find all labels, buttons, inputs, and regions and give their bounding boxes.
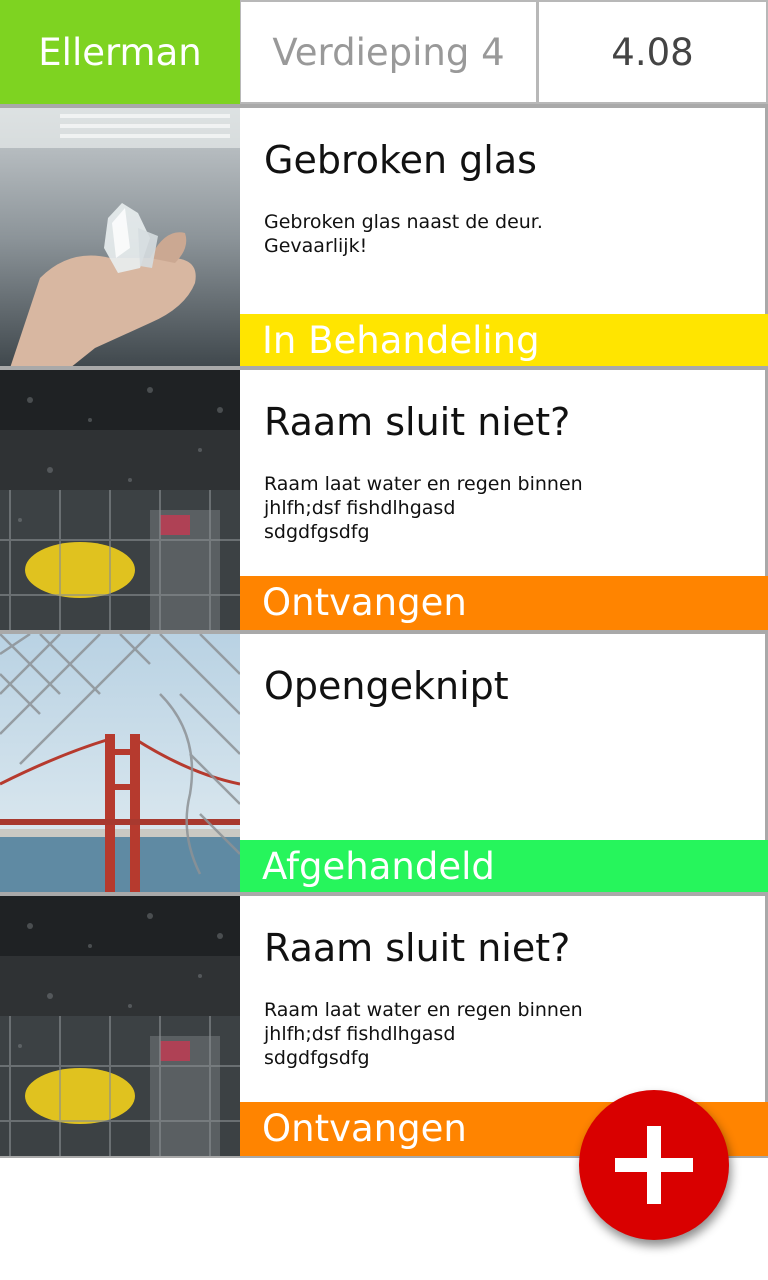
report-photo <box>0 370 240 630</box>
report-photo <box>0 896 240 1156</box>
report-card[interactable]: Opengeknipt Afgehandeld <box>0 630 768 894</box>
report-card[interactable]: Gebroken glas Gebroken glas naast de deu… <box>0 104 768 368</box>
report-photo <box>0 108 240 368</box>
fence-bridge-photo <box>0 634 240 894</box>
status-badge: In Behandeling <box>240 314 768 368</box>
rainy-window-photo <box>0 896 240 1156</box>
report-list: Gebroken glas Gebroken glas naast de deu… <box>0 104 768 1158</box>
report-title: Raam sluit niet? <box>264 400 571 444</box>
rainy-window-photo <box>0 370 240 630</box>
status-badge: Ontvangen <box>240 576 768 630</box>
report-body: Opengeknipt Afgehandeld <box>240 634 768 894</box>
floor-label[interactable]: Verdieping 4 <box>240 0 538 104</box>
report-title: Opengeknipt <box>264 664 509 708</box>
report-card[interactable]: Raam sluit niet? Raam laat water en rege… <box>0 366 768 630</box>
report-description: Raam laat water en regen binnen jhlfh;ds… <box>264 473 583 543</box>
report-title: Gebroken glas <box>264 138 537 182</box>
status-badge: Afgehandeld <box>240 840 768 894</box>
add-report-button[interactable] <box>579 1090 729 1240</box>
report-description: Gebroken glas naast de deur. Gevaarlijk! <box>264 211 543 257</box>
room-number[interactable]: 4.08 <box>538 0 768 104</box>
report-body: Gebroken glas Gebroken glas naast de deu… <box>240 108 768 368</box>
report-body: Raam sluit niet? Raam laat water en rege… <box>240 370 768 630</box>
building-name[interactable]: Ellerman <box>0 0 240 104</box>
location-header: Ellerman Verdieping 4 4.08 <box>0 0 768 104</box>
report-title: Raam sluit niet? <box>264 926 571 970</box>
report-description: Raam laat water en regen binnen jhlfh;ds… <box>264 999 583 1069</box>
hand-glass-photo <box>0 108 240 368</box>
report-photo <box>0 634 240 894</box>
